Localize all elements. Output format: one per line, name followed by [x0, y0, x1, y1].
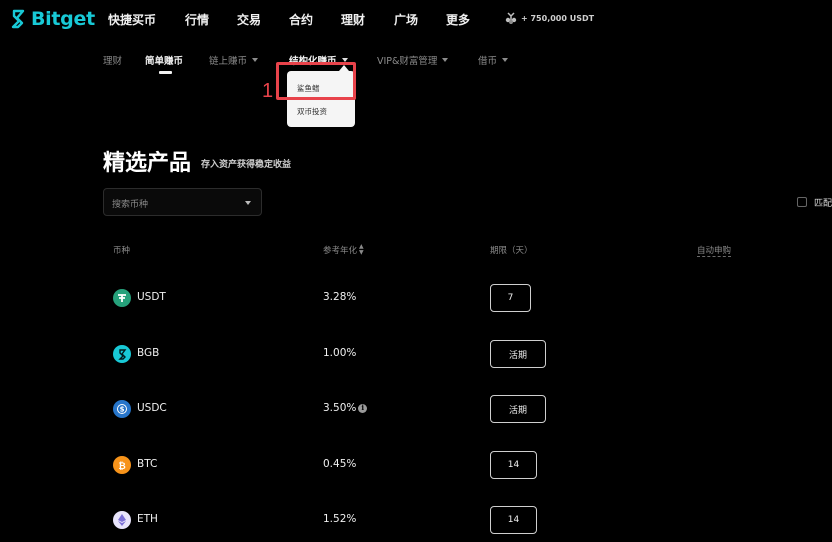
subnav-label: 简单赚币 — [145, 56, 184, 67]
apy-text: 1.52% — [323, 513, 357, 525]
table-row[interactable]: $ USDC 3.50% 活期 — [0, 389, 832, 429]
page-title: 精选产品 — [103, 151, 192, 176]
term-button[interactable]: 活期 — [490, 340, 546, 368]
table-row[interactable]: ₿ BTC 0.45% 14 — [0, 445, 832, 485]
usdc-icon: $ — [113, 400, 131, 418]
apy-value: 1.00% — [323, 347, 356, 359]
term-button[interactable]: 14 — [490, 506, 537, 534]
tether-icon — [113, 289, 131, 307]
column-header-auto-subscribe: 自动申购 — [697, 244, 732, 257]
subnav-label: VIP&财富管理 — [377, 56, 438, 67]
apy-text: 3.50% — [323, 402, 357, 414]
topnav-item-earn[interactable]: 理财 — [341, 11, 365, 28]
coin-name: ETH — [137, 513, 158, 525]
subnav-item-onchain-earn[interactable]: 链上赚币 — [209, 53, 259, 67]
brand-name: Bitget — [31, 8, 95, 30]
active-tab-underline — [159, 71, 172, 74]
topnav-item-square[interactable]: 广场 — [394, 11, 418, 28]
top-navigation: Bitget 快捷买币 行情 交易 合约 理财 广场 更多 + 750,000 … — [0, 0, 832, 38]
chevron-down-icon — [252, 58, 259, 62]
table-row[interactable]: USDT 3.28% 7 — [0, 278, 832, 318]
chevron-down-icon — [442, 58, 449, 62]
subnav-item-loan[interactable]: 借币 — [478, 53, 509, 67]
bitget-logo[interactable]: Bitget — [8, 8, 95, 30]
info-icon[interactable] — [358, 403, 368, 413]
table-row[interactable]: BGB 1.00% 活期 — [0, 334, 832, 374]
topnav-item-futures[interactable]: 合约 — [289, 11, 313, 28]
menu-item-dual-investment[interactable]: 双币投资 — [297, 106, 327, 117]
coin-name: USDC — [137, 402, 167, 414]
svg-text:₿: ₿ — [118, 461, 125, 471]
match-checkbox[interactable] — [797, 197, 807, 207]
chevron-down-icon — [502, 58, 509, 62]
topnav-item-markets[interactable]: 行情 — [185, 11, 209, 28]
subnav-item-simple-earn[interactable]: 简单赚币 — [145, 53, 183, 67]
coin-search-select[interactable]: 搜索币种 — [103, 188, 262, 216]
topnav-item-trade[interactable]: 交易 — [237, 11, 261, 28]
apy-value: 3.50% — [323, 402, 368, 414]
bitcoin-icon: ₿ — [113, 456, 131, 474]
term-button[interactable]: 活期 — [490, 395, 546, 423]
reward-amount: + 750,000 USDT — [521, 14, 595, 23]
subnav-item-earn[interactable]: 理财 — [103, 53, 122, 67]
apy-value: 3.28% — [323, 291, 356, 303]
annotation-highlight-box — [276, 62, 356, 100]
table-row[interactable]: ETH 1.52% 14 — [0, 500, 832, 540]
subnav-label: 借币 — [478, 56, 498, 67]
annotation-step-number: 1 — [262, 80, 274, 102]
term-button[interactable]: 7 — [490, 284, 531, 312]
apy-text: 3.28% — [323, 291, 357, 303]
sort-icon: ▲ ▼ — [359, 243, 364, 256]
svg-text:$: $ — [120, 406, 125, 414]
header-label: 期限（天） — [490, 246, 533, 256]
coin-name: BGB — [137, 347, 160, 359]
coin-select-placeholder: 搜索币种 — [112, 200, 149, 210]
reward-banner[interactable]: + 750,000 USDT — [505, 12, 594, 25]
column-header-coin: 币种 — [113, 244, 130, 256]
column-header-term: 期限（天） — [490, 244, 533, 256]
apy-value: 1.52% — [323, 513, 356, 525]
topnav-item-quick-buy[interactable]: 快捷买币 — [108, 11, 156, 28]
topnav-item-more[interactable]: 更多 — [446, 11, 470, 28]
ethereum-icon — [113, 511, 131, 529]
subnav-item-vip-wealth[interactable]: VIP&财富管理 — [377, 53, 449, 67]
apy-text: 1.00% — [323, 347, 357, 359]
coin-name: BTC — [137, 458, 158, 470]
term-button[interactable]: 14 — [490, 451, 537, 479]
header-label: 币种 — [113, 246, 131, 256]
column-header-apy[interactable]: 参考年化 ▲ ▼ — [323, 243, 364, 257]
coin-name: USDT — [137, 291, 166, 303]
chevron-down-icon — [245, 201, 251, 205]
header-label: 自动申购 — [697, 246, 732, 256]
gift-icon — [505, 12, 517, 24]
subnav-label: 理财 — [103, 56, 123, 67]
bitget-icon — [113, 345, 131, 363]
subnav-label: 链上赚币 — [209, 56, 248, 67]
bitget-logo-icon — [11, 9, 25, 29]
page-subtitle: 存入资产获得稳定收益 — [201, 160, 292, 170]
header-label: 参考年化 — [323, 246, 358, 256]
apy-value: 0.45% — [323, 458, 356, 470]
match-label: 匹配 — [814, 199, 832, 209]
apy-text: 0.45% — [323, 458, 357, 470]
